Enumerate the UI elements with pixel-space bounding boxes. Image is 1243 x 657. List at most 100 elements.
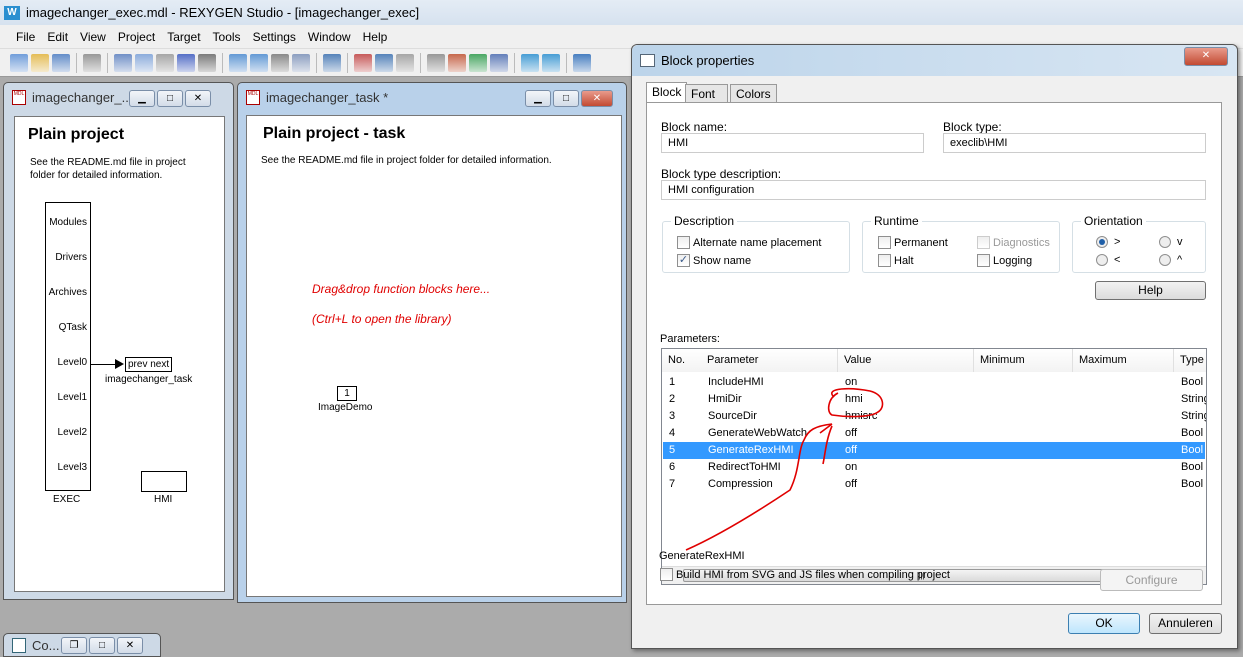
zoom-fit-icon[interactable]	[271, 53, 289, 72]
halt-checkbox[interactable]: Halt	[878, 254, 914, 267]
exec-port-level3[interactable]: Level3	[41, 462, 87, 473]
tab-colors[interactable]: Colors	[730, 84, 777, 103]
help-button[interactable]: Help	[1095, 281, 1206, 300]
table-row[interactable]: 2 HmiDir hmi String	[663, 391, 1206, 408]
show-name-checkbox[interactable]: ✓ Show name	[677, 254, 751, 267]
menu-help[interactable]: Help	[357, 30, 394, 44]
column-header-parameter[interactable]: Parameter	[701, 349, 838, 372]
orientation-group: Orientation > v < ^	[1072, 214, 1206, 273]
alt-name-checkbox[interactable]: Alternate name placement	[677, 236, 821, 249]
checkmark-icon: ✓	[677, 254, 690, 267]
maximize-button[interactable]: □	[89, 637, 115, 654]
zoom-out-icon[interactable]	[250, 53, 268, 72]
table-row[interactable]: 3 SourceDir hmisrc String	[663, 408, 1206, 425]
block-desc-input[interactable]: HMI configuration	[661, 180, 1206, 200]
exec-port-qtask[interactable]: QTask	[41, 322, 87, 333]
minimized-window[interactable]: Co... ❐ □ ✕	[3, 633, 161, 657]
exec-port-level0[interactable]: Level0	[41, 357, 87, 368]
zoom-in-icon[interactable]	[229, 53, 247, 72]
table-row[interactable]: 1 IncludeHMI on Bool	[663, 374, 1205, 391]
task-canvas[interactable]: Plain project - task See the README.md f…	[246, 115, 622, 597]
orientation-down-radio[interactable]: v	[1159, 236, 1183, 248]
close-button[interactable]: ✕	[117, 637, 143, 654]
checkbox-label: Alternate name placement	[693, 236, 822, 249]
logging-checkbox[interactable]: Logging	[977, 254, 1032, 267]
connect-icon[interactable]	[427, 53, 445, 72]
refresh-icon[interactable]	[469, 53, 487, 72]
build-hmi-checkbox[interactable]: Build HMI from SVG and JS files when com…	[660, 568, 950, 581]
disconnect-icon[interactable]	[448, 53, 466, 72]
new-icon[interactable]	[10, 53, 28, 72]
cell-name: GenerateRexHMI	[708, 444, 794, 456]
column-header-maximum[interactable]: Maximum	[1073, 349, 1174, 372]
minimize-button[interactable]: ▁	[129, 90, 155, 107]
redo-icon[interactable]	[198, 53, 216, 72]
exec-canvas[interactable]: Plain project See the README.md file in …	[14, 116, 225, 592]
library-icon[interactable]	[323, 53, 341, 72]
table-row[interactable]: 7 Compression off Bool	[663, 476, 1205, 493]
menu-target[interactable]: Target	[161, 30, 206, 44]
tab-block[interactable]: Block	[646, 82, 688, 103]
save-icon[interactable]	[52, 53, 70, 72]
zoom-all-icon[interactable]	[292, 53, 310, 72]
block-name-input[interactable]: HMI	[661, 133, 924, 153]
watch-icon[interactable]	[521, 53, 539, 72]
copy-icon[interactable]	[135, 53, 153, 72]
menu-window[interactable]: Window	[302, 30, 357, 44]
undo-icon[interactable]	[177, 53, 195, 72]
open-icon[interactable]	[31, 53, 49, 72]
exec-port-archives[interactable]: Archives	[41, 287, 87, 298]
menu-edit[interactable]: Edit	[41, 30, 74, 44]
minimize-button[interactable]: ▁	[525, 90, 551, 107]
column-header-value[interactable]: Value	[838, 349, 974, 372]
orientation-left-radio[interactable]: <	[1096, 254, 1120, 266]
radio-label: <	[1114, 254, 1121, 266]
download-icon[interactable]	[375, 53, 393, 72]
permanent-checkbox[interactable]: Permanent	[878, 236, 948, 249]
menu-settings[interactable]: Settings	[247, 30, 302, 44]
cancel-button[interactable]: Annuleren	[1149, 613, 1222, 634]
cell-no: 7	[669, 478, 676, 490]
maximize-button[interactable]: □	[553, 90, 579, 107]
tab-font[interactable]: Font	[685, 84, 728, 103]
ok-button[interactable]: OK	[1068, 613, 1140, 634]
exec-port-level2[interactable]: Level2	[41, 427, 87, 438]
orientation-right-radio[interactable]: >	[1096, 236, 1120, 248]
menu-project[interactable]: Project	[112, 30, 161, 44]
block-type-input[interactable]: execlib\HMI	[943, 133, 1206, 153]
table-row[interactable]: 6 RedirectToHMI on Bool	[663, 459, 1205, 476]
menu-tools[interactable]: Tools	[207, 30, 247, 44]
exec-block[interactable]	[45, 202, 91, 491]
imagedemo-block[interactable]: 1	[337, 386, 357, 401]
inspect-icon[interactable]	[396, 53, 414, 72]
orientation-up-radio[interactable]: ^	[1159, 254, 1182, 266]
table-row[interactable]: 5 GenerateRexHMI off Bool	[663, 442, 1205, 459]
close-button[interactable]: ✕	[185, 90, 211, 107]
menu-file[interactable]: File	[10, 30, 41, 44]
exec-port-drivers[interactable]: Drivers	[41, 252, 87, 263]
restore-button[interactable]: ❐	[61, 637, 87, 654]
cell-type: Bool	[1181, 444, 1204, 456]
maximize-button[interactable]: □	[157, 90, 183, 107]
exec-port-level1[interactable]: Level1	[41, 392, 87, 403]
list-icon[interactable]	[490, 53, 508, 72]
menu-view[interactable]: View	[74, 30, 112, 44]
mdl-file-icon: MDL	[246, 89, 260, 105]
table-row[interactable]: 4 GenerateWebWatch off Bool	[663, 425, 1205, 442]
cut-icon[interactable]	[114, 53, 132, 72]
task-block[interactable]: prev next	[125, 357, 173, 372]
hmi-icon[interactable]	[542, 53, 560, 72]
print-icon[interactable]	[83, 53, 101, 72]
column-header-type[interactable]: Type	[1174, 349, 1206, 372]
paste-icon[interactable]	[156, 53, 174, 72]
checkbox-label: Diagnostics	[993, 236, 1050, 249]
hmi-block[interactable]	[141, 471, 187, 492]
close-button[interactable]: ✕	[581, 90, 613, 107]
checkbox-label: Show name	[693, 254, 752, 267]
column-header-minimum[interactable]: Minimum	[974, 349, 1073, 372]
cell-value: off	[845, 444, 858, 456]
compile-icon[interactable]	[354, 53, 372, 72]
dialog-close-button[interactable]: ✕	[1184, 47, 1228, 66]
exec-port-modules[interactable]: Modules	[41, 217, 87, 228]
info-icon[interactable]	[573, 53, 591, 72]
